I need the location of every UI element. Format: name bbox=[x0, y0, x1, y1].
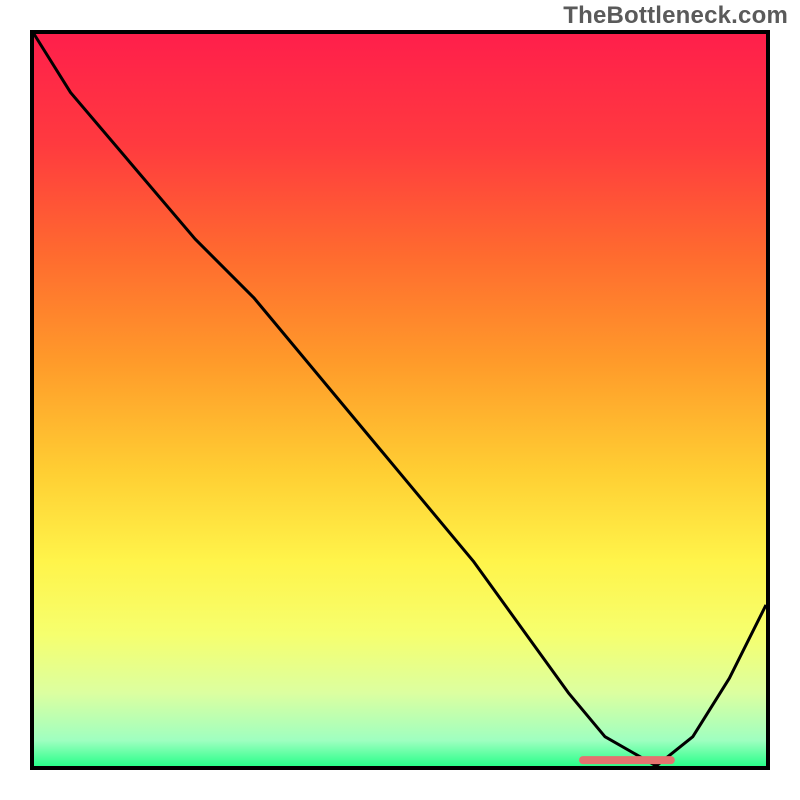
watermark-text: TheBottleneck.com bbox=[563, 2, 788, 30]
chart-svg bbox=[30, 30, 770, 770]
chart-container: TheBottleneck.com bbox=[0, 0, 800, 800]
gradient-background bbox=[34, 34, 766, 766]
chart-plot bbox=[30, 30, 770, 770]
